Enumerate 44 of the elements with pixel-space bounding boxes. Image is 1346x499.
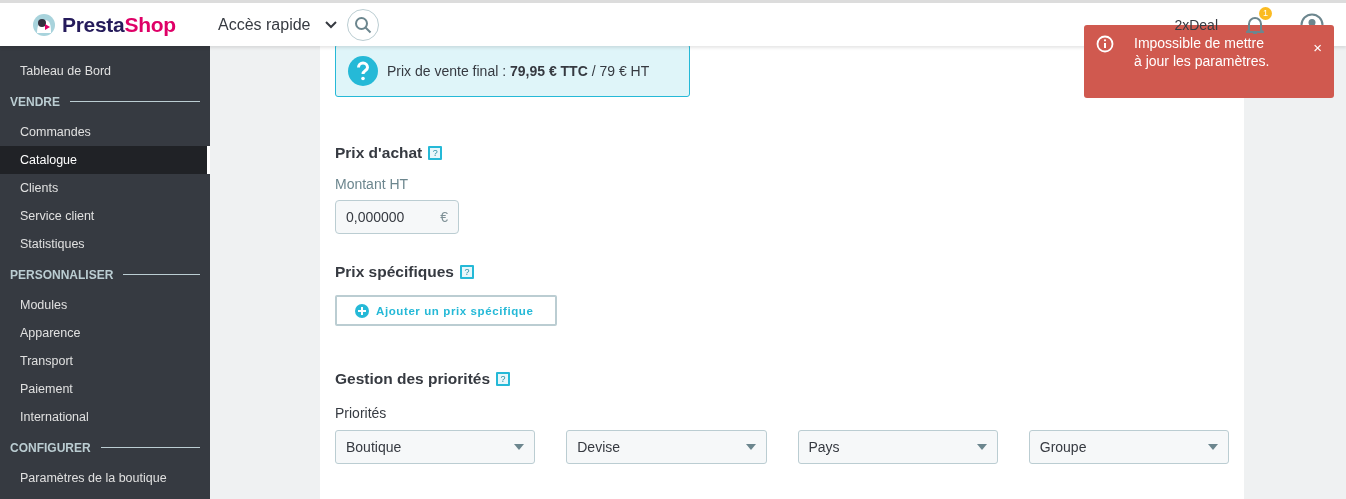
search-icon (353, 15, 372, 34)
section-title: Prix spécifiques (335, 263, 454, 281)
sidebar-item[interactable]: Paramètres de la boutique (0, 464, 210, 492)
help-icon[interactable]: ? (459, 265, 474, 279)
chevron-down-icon[interactable] (324, 20, 337, 29)
info-circle-icon (1096, 35, 1114, 53)
caret-icon (514, 444, 525, 450)
bell-icon (1246, 14, 1264, 35)
sidebar-item[interactable]: Transport (0, 347, 210, 375)
close-button[interactable]: × (1313, 39, 1322, 56)
question-icon (348, 55, 378, 86)
sidebar-item[interactable]: Tableau de Bord (0, 57, 210, 85)
section-title: Prix d'achat (335, 144, 423, 162)
brand-logo: PrestaShop (62, 12, 176, 37)
sidebar-item[interactable]: Modules (0, 291, 210, 319)
sidebar-item[interactable]: Commandes (0, 118, 210, 146)
sidebar-item[interactable]: Paiement (0, 375, 210, 403)
section-title: Gestion des priorités (335, 370, 491, 388)
priority-select[interactable]: Pays (797, 430, 998, 464)
field-label: Montant HT (335, 176, 410, 192)
plus-circle-icon (355, 303, 369, 318)
sidebar-section-title: CONFIGURER (10, 440, 91, 455)
sidebar-item[interactable]: Service client (0, 202, 210, 230)
sidebar-item[interactable]: Clients (0, 174, 210, 202)
puffin-logo-icon (32, 12, 56, 37)
caret-icon (745, 444, 756, 450)
help-icon[interactable]: ? (496, 372, 511, 386)
sidebar-item[interactable]: Statistiques (0, 230, 210, 258)
field-label: Priorités (335, 405, 388, 421)
error-message: Impossible de mettre à jour les paramètres. (1134, 34, 1271, 70)
help-icon[interactable]: ? (428, 146, 443, 160)
price-input[interactable]: 0,000000 € (335, 200, 459, 234)
caret-icon (1208, 444, 1218, 450)
quick-access-menu[interactable]: Accès rapide (218, 15, 311, 34)
priority-select[interactable]: Boutique (335, 430, 536, 464)
priority-select[interactable]: Devise (566, 430, 767, 464)
sidebar-section-title: PERSONNALISER (10, 267, 114, 282)
sidebar-item[interactable]: Apparence (0, 319, 210, 347)
priority-select[interactable]: Groupe (1028, 430, 1229, 464)
caret-icon (976, 444, 987, 450)
sidebar-section-title: VENDRE (10, 94, 60, 109)
final-price-text: Prix de vente final : 79,95 € TTC / 79 € HT (387, 62, 650, 79)
sidebar-item[interactable]: Catalogue (0, 146, 210, 174)
sidebar-item[interactable]: International (0, 403, 210, 431)
